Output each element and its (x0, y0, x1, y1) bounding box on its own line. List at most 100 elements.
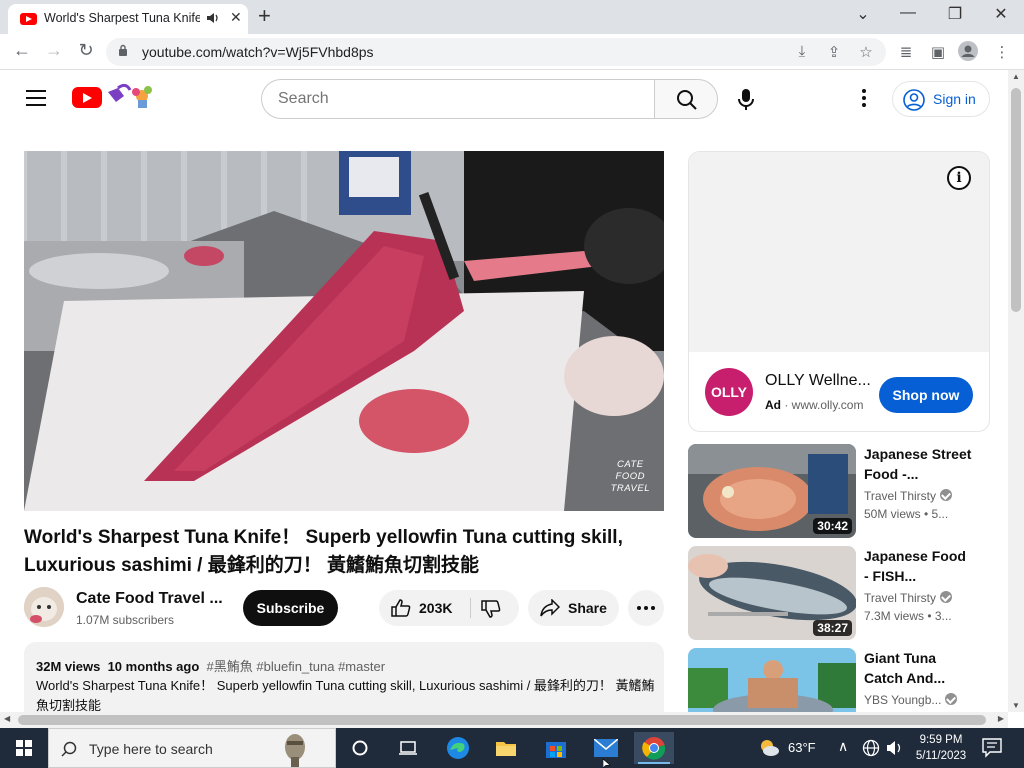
more-options-icon[interactable] (856, 88, 872, 108)
more-horizontal-icon (637, 606, 655, 610)
sign-in-label: Sign in (933, 91, 976, 107)
mouse-cursor-icon (603, 759, 611, 768)
temperature[interactable]: 63°F (788, 740, 816, 755)
ad-logo[interactable]: OLLY (705, 368, 753, 416)
network-globe-icon[interactable] (862, 739, 880, 757)
youtube-favicon-icon (20, 13, 37, 25)
channel-label: Travel Thirsty (864, 591, 937, 605)
browser-toolbar: ← → ↻ youtube.com/watch?v=Wj5FVhbd8ps ⤓ … (0, 34, 1024, 70)
tab-search-chevron-icon[interactable]: ⌄ (843, 4, 883, 24)
cortana-icon[interactable] (340, 732, 380, 764)
clock-date: 5/11/2023 (915, 750, 967, 762)
share-button[interactable]: Share (528, 590, 619, 626)
channel-name[interactable]: Cate Food Travel ... (76, 590, 223, 608)
hashtags[interactable]: #黑鮪魚 #bluefin_tuna #master (207, 659, 385, 674)
horizontal-scrollbar[interactable]: ◀ ▶ (0, 712, 1008, 728)
account-icon (903, 89, 925, 111)
related-title[interactable]: Japanese Food - FISH... (864, 546, 974, 586)
view-count: 32M views (36, 659, 101, 674)
shop-now-button[interactable]: Shop now (879, 377, 973, 413)
more-actions-button[interactable] (628, 590, 664, 626)
thumbs-up-icon (391, 599, 411, 617)
scroll-right-arrow-icon[interactable]: ▶ (998, 714, 1004, 723)
chrome-taskbar-icon[interactable] (634, 732, 674, 764)
audio-playing-icon[interactable] (206, 11, 220, 28)
windows-taskbar: Type here to search 63°F ∧ 9:59 PM 5/11/… (0, 728, 1024, 768)
related-thumbnail[interactable] (688, 648, 856, 712)
video-player[interactable]: CATE FOOD TRAVEL (24, 151, 664, 511)
verified-check-icon (940, 489, 953, 501)
related-video[interactable]: 30:42 Japanese Street Food -... Travel T… (688, 444, 990, 538)
dislike-button[interactable] (471, 590, 519, 626)
restore-button[interactable]: ❐ (935, 4, 975, 24)
channel-avatar[interactable] (24, 587, 64, 627)
reload-button[interactable]: ↻ (74, 40, 98, 61)
back-button[interactable]: ← (10, 40, 34, 61)
new-tab-button[interactable]: + (258, 4, 271, 28)
volume-icon[interactable] (886, 739, 904, 757)
side-panel-icon[interactable]: ▣ (928, 43, 948, 61)
related-channel: YBS Youngb... (864, 693, 958, 707)
address-bar[interactable]: youtube.com/watch?v=Wj5FVhbd8ps ⤓ ⇪ ☆ (106, 38, 886, 66)
horizontal-scroll-thumb[interactable] (18, 715, 986, 725)
scroll-left-arrow-icon[interactable]: ◀ (4, 714, 10, 723)
related-video[interactable]: Giant Tuna Catch And... YBS Youngb... (688, 648, 990, 712)
chrome-menu-icon[interactable]: ⋮ (992, 43, 1012, 61)
description-meta: 32M views 10 months ago #黑鮪魚 #bluefin_tu… (36, 656, 385, 675)
search-highlight-icon (285, 734, 305, 767)
ad-badge: Ad (765, 398, 781, 412)
task-view-icon[interactable] (388, 732, 428, 764)
ad-card[interactable]: i OLLY OLLY Wellne... Ad · www.olly.com … (688, 151, 990, 432)
ad-media[interactable] (689, 152, 989, 352)
clock[interactable]: 9:59 PM 5/11/2023 (912, 732, 970, 764)
install-app-icon[interactable]: ⤓ (792, 43, 812, 60)
video-title: World's Sharpest Tuna Knife！ Superb yell… (24, 527, 623, 576)
voice-search-button[interactable] (730, 82, 762, 116)
search-button[interactable] (654, 79, 718, 119)
related-views: 50M views • 5... (864, 507, 949, 521)
channel-label: YBS Youngb... (864, 693, 942, 707)
vertical-scroll-thumb[interactable] (1011, 88, 1021, 312)
related-thumbnail[interactable]: 30:42 (688, 444, 856, 538)
forward-button[interactable]: → (42, 40, 66, 61)
subscribe-button[interactable]: Subscribe (243, 590, 338, 626)
browser-tab-active[interactable]: World's Sharpest Tuna Knife ✕ (8, 4, 248, 34)
description-text: World's Sharpest Tuna Knife！ Superb yell… (36, 678, 655, 713)
ad-title[interactable]: OLLY Wellne... (765, 372, 871, 390)
related-thumbnail[interactable]: 38:27 (688, 546, 856, 640)
youtube-header: Sign in (0, 70, 1008, 126)
lock-icon[interactable] (118, 44, 128, 56)
minimize-button[interactable]: — (888, 4, 928, 22)
tray-chevron-icon[interactable]: ∧ (838, 738, 848, 755)
related-video[interactable]: 38:27 Japanese Food - FISH... Travel Thi… (688, 546, 990, 640)
bookmark-star-icon[interactable]: ☆ (856, 43, 876, 61)
close-tab-icon[interactable]: ✕ (230, 9, 242, 26)
hamburger-menu-icon[interactable] (26, 90, 46, 106)
taskbar-search-placeholder: Type here to search (89, 741, 213, 757)
search-input[interactable] (278, 90, 638, 108)
file-explorer-icon[interactable] (486, 732, 526, 764)
youtube-logo[interactable] (72, 87, 102, 108)
subscriber-count: 1.07M subscribers (76, 613, 175, 627)
sign-in-button[interactable]: Sign in (892, 81, 990, 117)
related-title[interactable]: Japanese Street Food -... (864, 444, 974, 484)
share-page-icon[interactable]: ⇪ (824, 43, 844, 61)
scroll-down-arrow-icon[interactable]: ▼ (1012, 701, 1020, 710)
notification-center-icon[interactable] (982, 738, 1004, 758)
scroll-up-arrow-icon[interactable]: ▲ (1012, 72, 1020, 81)
close-window-button[interactable]: ✕ (981, 4, 1021, 24)
taskbar-search-box[interactable]: Type here to search (48, 728, 336, 768)
microsoft-store-icon[interactable] (536, 732, 576, 764)
like-button[interactable]: 203K (379, 590, 470, 626)
media-queue-icon[interactable]: ≣ (896, 43, 916, 61)
video-description[interactable]: 32M views 10 months ago #黑鮪魚 #bluefin_tu… (24, 642, 664, 722)
edge-browser-icon[interactable] (438, 732, 478, 764)
ad-info-icon[interactable]: i (947, 166, 971, 190)
like-count: 203K (419, 600, 453, 616)
weather-icon[interactable] (758, 738, 780, 758)
start-button[interactable] (0, 728, 48, 768)
profile-avatar-icon[interactable] (958, 41, 978, 65)
related-title[interactable]: Giant Tuna Catch And... (864, 648, 974, 688)
vertical-scrollbar[interactable]: ▲ ▼ (1008, 70, 1024, 712)
youtube-doodle-icon[interactable] (104, 82, 158, 110)
